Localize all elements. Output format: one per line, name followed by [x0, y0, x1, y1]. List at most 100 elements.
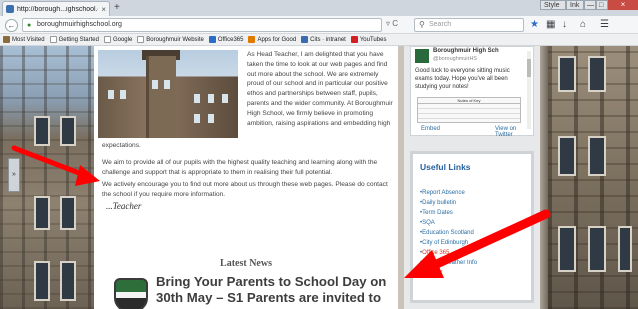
building-window — [34, 261, 50, 301]
link-scholar[interactable]: Scholar — [420, 268, 477, 278]
maximize-icon: □ — [599, 2, 604, 9]
link-city-of-edinburgh[interactable]: City of Edinburgh — [420, 238, 477, 248]
building-window — [152, 80, 158, 89]
link-sqa[interactable]: SQA — [420, 218, 477, 228]
building-window — [60, 196, 76, 230]
head-teacher-signature: ...Teacher — [106, 201, 142, 211]
tab-close-icon[interactable]: × — [101, 5, 106, 14]
bookmark-label: Google — [112, 36, 133, 43]
search-field[interactable]: ⚲ Search — [414, 18, 524, 32]
encourage-paragraph: We actively encourage you to find out mo… — [102, 181, 388, 198]
bookmark-intranet[interactable]: Cits · intranet — [301, 36, 346, 43]
view-on-twitter-link[interactable]: View on Twitter — [495, 126, 533, 138]
bookmark-star-icon[interactable]: ★ — [530, 19, 539, 30]
home-icon[interactable]: ⌂ — [580, 19, 586, 30]
search-placeholder: Search — [429, 21, 452, 28]
school-tower — [146, 56, 176, 138]
page-icon — [137, 36, 145, 43]
school-building-photo — [98, 50, 238, 138]
building-window — [194, 114, 200, 123]
close-window-button[interactable]: × — [608, 0, 638, 10]
twitter-embed-link[interactable]: Embed — [421, 126, 440, 132]
menu-icon[interactable]: ☰ — [600, 19, 609, 30]
expectations-text: expectations. — [102, 142, 141, 149]
useful-links-box: Useful Links Report Absence Daily bullet… — [410, 151, 534, 303]
library-icon[interactable]: ▦ — [546, 19, 555, 30]
building-window — [194, 94, 200, 103]
building-window — [558, 226, 576, 272]
ink-button[interactable]: Ink — [566, 0, 584, 10]
tab-bar: http://borough...ighschool.org/ × + Styl… — [0, 0, 638, 16]
bookmark-office365[interactable]: Office365 — [208, 36, 244, 43]
twitter-account-name[interactable]: Boroughmuir High Sch — [433, 48, 499, 54]
link-report-absence[interactable]: Report Absence — [420, 188, 477, 198]
browser-tab[interactable]: http://borough...ighschool.org/ × — [2, 1, 110, 16]
twitter-scrollbar[interactable] — [527, 51, 531, 129]
bookmark-label: Apps for Good — [257, 36, 297, 43]
useful-links-title: Useful Links — [420, 162, 471, 172]
link-severe-weather-info[interactable]: Severe Weather Info — [420, 258, 477, 268]
bookmark-label: YouTubes — [359, 36, 387, 43]
reload-icon[interactable]: ▿ C — [386, 19, 398, 28]
news-item-title[interactable]: Bring Your Parents to School Day on 30th… — [156, 274, 394, 305]
style-button[interactable]: Style — [540, 0, 566, 10]
back-arrow-icon[interactable]: ← — [5, 19, 18, 32]
building-window — [588, 56, 606, 92]
site-info-icon[interactable]: ● — [27, 20, 31, 32]
bookmark-label: Boroughmuir Website — [146, 36, 204, 43]
building-window — [618, 226, 632, 272]
ink-label: Ink — [570, 2, 580, 9]
useful-links-list: Report Absence Daily bulletin Term Dates… — [420, 188, 477, 278]
building-window — [164, 80, 170, 89]
expand-side-panel-button[interactable]: » — [8, 158, 20, 192]
building-window — [120, 90, 126, 99]
latest-news-heading: Latest News — [220, 258, 272, 269]
intranet-icon — [301, 36, 309, 43]
building-window — [34, 116, 50, 146]
twitter-widget: Boroughmuir High Sch @boroughmuirHS Good… — [410, 46, 534, 138]
bookmark-label: Most Visited — [12, 36, 45, 43]
downloads-icon[interactable]: ↓ — [562, 19, 567, 30]
building-window — [60, 261, 76, 301]
address-bar[interactable]: ● boroughmuirhighschool.org — [22, 18, 382, 32]
building-window — [60, 116, 76, 146]
twitter-handle[interactable]: @boroughmuirHS — [433, 56, 477, 62]
building-window — [222, 94, 228, 103]
building-window — [558, 136, 576, 176]
page-icon — [49, 36, 57, 43]
bookmark-most-visited[interactable]: Most Visited — [3, 36, 45, 43]
bookmark-youtube[interactable]: YouTubes — [350, 36, 387, 43]
link-term-dates[interactable]: Term Dates — [420, 208, 477, 218]
school-crest-icon — [114, 278, 148, 309]
new-tab-button[interactable]: + — [114, 2, 120, 14]
link-daily-bulletin[interactable]: Daily bulletin — [420, 198, 477, 208]
web-page: » As Head Teacher, I am delighted that y… — [0, 46, 638, 309]
minimize-icon: — — [587, 2, 594, 9]
minimize-button[interactable]: — — [584, 0, 596, 10]
maximize-button[interactable]: □ — [596, 0, 608, 10]
building-window — [208, 114, 214, 123]
building-window — [588, 136, 606, 176]
main-content: As Head Teacher, I am delighted that you… — [94, 46, 398, 309]
bookmark-boroughmuir-website[interactable]: Boroughmuir Website — [137, 36, 204, 43]
bookmark-label: Office365 — [217, 36, 244, 43]
bookmark-getting-started[interactable]: Getting Started — [49, 36, 99, 43]
style-label: Style — [544, 2, 560, 9]
page-icon — [103, 36, 111, 43]
bookmark-google[interactable]: Google — [103, 36, 133, 43]
link-education-scotland[interactable]: Education Scotland — [420, 228, 477, 238]
tab-title: http://borough...ighschool.org/ — [17, 5, 98, 13]
link-office-365[interactable]: Office 365 — [420, 248, 477, 258]
tweet-text: Good luck to everyone sitting music exam… — [415, 68, 510, 90]
bookmark-label: Cits · intranet — [310, 36, 346, 43]
sidebar: Boroughmuir High Sch @boroughmuirHS Good… — [404, 46, 540, 309]
building-window — [34, 196, 50, 230]
bookmark-apps-for-good[interactable]: Apps for Good — [248, 36, 296, 43]
building-window — [588, 226, 606, 272]
apps-icon — [248, 36, 256, 43]
building-window — [108, 90, 114, 99]
aim-paragraph: We aim to provide all of our pupils with… — [102, 159, 378, 176]
twitter-avatar[interactable] — [415, 49, 429, 63]
tweet-image[interactable]: Notes of Key — [417, 97, 521, 123]
youtube-icon — [350, 36, 358, 43]
